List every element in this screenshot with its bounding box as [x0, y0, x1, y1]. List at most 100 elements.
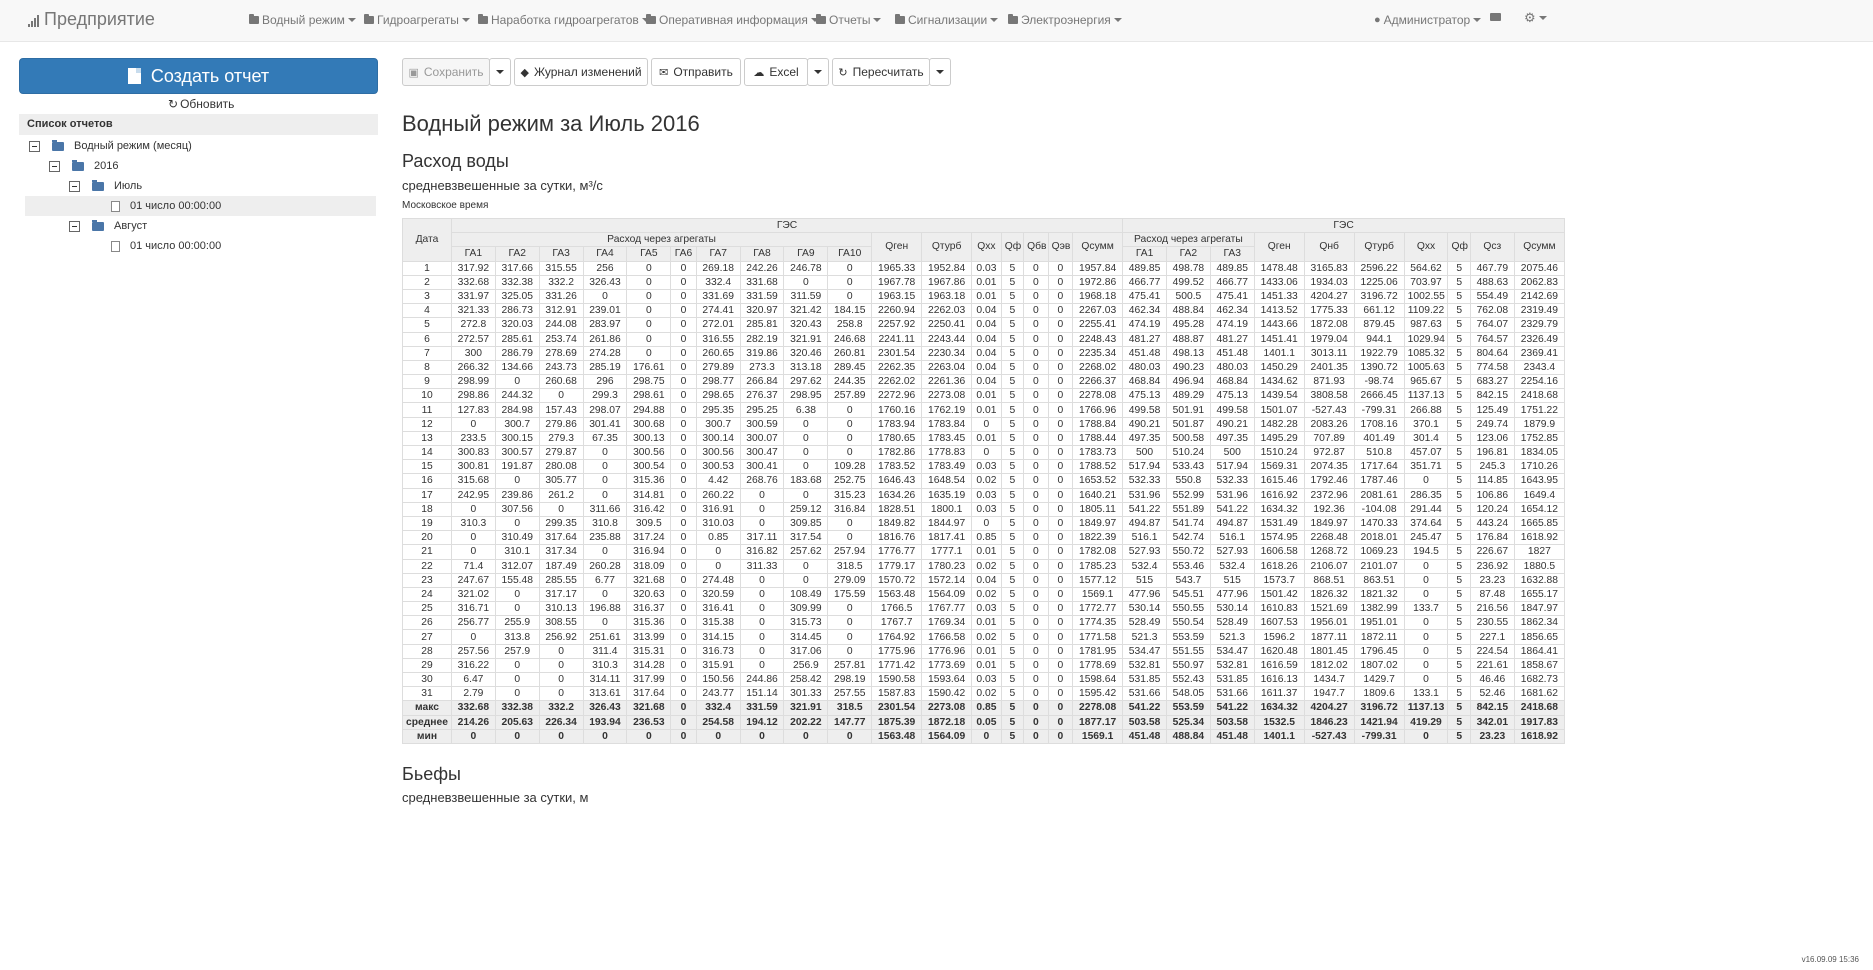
save-button[interactable]: ▣ Сохранить [402, 58, 490, 86]
table-cell: 531.96 [1209, 487, 1255, 503]
table-cell: 0 [1047, 558, 1074, 574]
table-cell: 0 [1047, 388, 1074, 404]
table-cell: 0 [1047, 544, 1074, 560]
table-cell: 5 [1447, 515, 1471, 532]
recalculate-dropdown-toggle[interactable] [929, 58, 951, 86]
excel-button[interactable]: ☁ Excel [744, 58, 808, 86]
table-cell: 257.56 [450, 643, 496, 659]
table-cell: 317.92 [450, 260, 496, 276]
table-cell: 1708.16 [1353, 416, 1405, 432]
nav-unit-runtime[interactable]: Наработка гидроагрегатов [478, 13, 650, 27]
table-cell: 316.73 [695, 643, 741, 659]
tree-node-august[interactable]: Август [69, 216, 147, 236]
table-cell: 1616.92 [1253, 487, 1305, 503]
summary-cell: 0 [739, 728, 785, 744]
tree-node-july[interactable]: Июль [69, 176, 142, 196]
table-cell: 451.48 [1122, 345, 1167, 361]
summary-cell: 503.58 [1209, 714, 1255, 730]
table-cell: 318.09 [626, 558, 672, 574]
brand[interactable]: Предприятие [28, 9, 155, 30]
table-cell: 0 [1047, 274, 1074, 290]
nav-hydro-units[interactable]: Гидроагрегаты [364, 13, 470, 27]
table-cell: 316.84 [827, 501, 873, 517]
table-cell: 1766.58 [921, 629, 973, 645]
table-cell: 1872.11 [1353, 629, 1405, 645]
collapse-icon[interactable] [29, 140, 40, 152]
tree-node-august-report[interactable]: 01 число 00:00:00 [111, 236, 221, 256]
collapse-icon[interactable] [69, 180, 80, 192]
nav-reports[interactable]: Отчеты [816, 13, 882, 27]
table-cell: 2.79 [450, 686, 496, 702]
table-cell: 191.87 [494, 459, 540, 475]
table-cell: 0 [1047, 416, 1074, 432]
tree-node-2016[interactable]: 2016 [49, 156, 118, 176]
change-log-button[interactable]: ◆ Журнал изменений [514, 58, 648, 86]
table-cell: 2235.34 [1072, 345, 1124, 361]
summary-cell: 0 [827, 728, 873, 744]
refresh-link[interactable]: ↻ Обновить [168, 97, 234, 111]
nav-water-mode[interactable]: Водный режим [249, 13, 356, 27]
table-cell: 0 [827, 430, 873, 447]
table-cell: 0 [626, 317, 672, 333]
table-cell: 5 [1000, 586, 1025, 603]
table-cell: 274.48 [695, 572, 741, 588]
recalculate-button[interactable]: ↻ Пересчитать [832, 58, 930, 86]
table-cell: 259.12 [783, 501, 829, 517]
user-menu[interactable]: ● Администратор [1374, 13, 1482, 27]
table-cell: 2319.49 [1513, 303, 1566, 319]
table-cell: 5 [1000, 444, 1025, 461]
table-cell: 244.35 [827, 374, 873, 390]
table-cell: 0 [670, 260, 697, 276]
table-cell: 474.19 [1209, 317, 1255, 333]
table-cell: 246.78 [783, 260, 829, 276]
table-cell: 2343.4 [1513, 359, 1566, 376]
table-cell: 5 [1447, 544, 1471, 560]
table-cell: 521.3 [1122, 629, 1167, 645]
table-cell: 0 [783, 430, 829, 447]
table-cell: 0 [538, 388, 584, 404]
table-cell: 0 [670, 558, 697, 574]
excel-dropdown-toggle[interactable] [807, 58, 829, 86]
table-cell: 294.88 [626, 402, 672, 418]
collapse-icon[interactable] [69, 220, 80, 232]
table-cell: 317.99 [626, 671, 672, 688]
tree-node-water-mode[interactable]: Водный режим (месяц) [29, 136, 192, 156]
tree-node-july-report[interactable]: 01 число 00:00:00 [25, 196, 376, 216]
nav-alarms[interactable]: Сигнализации [895, 13, 999, 27]
table-cell: 462.34 [1209, 303, 1255, 319]
table-cell: 1510.24 [1253, 444, 1305, 461]
summary-cell: 1872.18 [921, 714, 973, 730]
table-cell: 0 [582, 615, 628, 631]
water-flow-table: Дата ГЭС ГЭС Расход через агрегаты Qген Q… [402, 217, 1566, 744]
table-cell: 475.41 [1209, 288, 1255, 305]
table-cell: 527.93 [1209, 544, 1255, 560]
table-cell: 497.35 [1122, 430, 1167, 447]
create-report-button[interactable]: Создать отчет [19, 58, 378, 94]
table-cell: 0 [695, 558, 741, 574]
table-cell: 762.08 [1469, 303, 1515, 319]
user-label: Администратор [1383, 13, 1471, 27]
nav-electricity[interactable]: Электроэнергия [1008, 13, 1122, 27]
table-cell: 475.13 [1122, 388, 1167, 404]
save-dropdown-toggle[interactable] [489, 58, 511, 86]
table-cell: 297.62 [783, 374, 829, 390]
table-cell: 0 [1047, 487, 1074, 503]
mail-button[interactable] [1490, 13, 1501, 21]
table-cell: 320.59 [695, 586, 741, 603]
table-cell: 0 [1047, 473, 1074, 489]
nav-operational-info[interactable]: Оперативная информация [646, 13, 819, 27]
collapse-icon[interactable] [49, 160, 60, 172]
table-row: 9 298.99 0 260.68 296 298.75 0 298.77 266.84 297.… [402, 374, 1566, 390]
table-cell: 531.66 [1122, 686, 1167, 702]
table-cell: 1952.84 [921, 260, 973, 276]
table-cell: 192.36 [1303, 501, 1355, 517]
table-cell: 187.49 [538, 558, 584, 574]
table-cell: 1596.2 [1253, 629, 1305, 645]
table-cell: 496.94 [1165, 374, 1211, 390]
table-cell: 0 [538, 501, 584, 517]
table-cell: 552.99 [1165, 487, 1211, 503]
settings-menu[interactable]: ⚙ [1524, 11, 1547, 24]
table-cell: 0.04 [971, 345, 1002, 361]
table-cell: 279.86 [538, 416, 584, 432]
send-button[interactable]: ✉ Отправить [651, 58, 741, 86]
